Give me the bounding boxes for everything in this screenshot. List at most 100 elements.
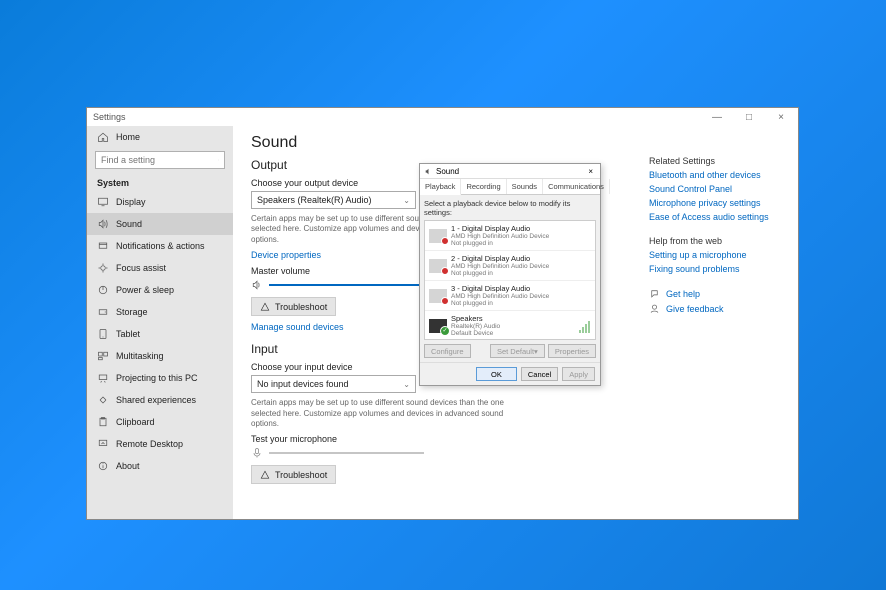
shared-icon [97,394,109,406]
sidebar-item-remote[interactable]: Remote Desktop [87,433,233,455]
device-icon [429,229,447,243]
dialog-title: Sound [436,167,585,176]
dialog-tabs: Playback Recording Sounds Communications [420,179,600,195]
clipboard-icon [97,416,109,428]
input-app-note: Certain apps may be set up to use differ… [251,398,511,429]
sound-dialog: Sound × Playback Recording Sounds Commun… [419,163,601,386]
sidebar-item-label: Display [116,197,146,207]
sidebar-item-multitasking[interactable]: Multitasking [87,345,233,367]
sidebar-item-label: Sound [116,219,142,229]
set-default-button[interactable]: Set Default ▾ [490,344,545,358]
troubleshoot-output-button[interactable]: Troubleshoot [251,297,336,316]
minimize-button[interactable]: — [706,112,728,123]
device-status: Not plugged in [451,300,591,307]
feedback-link[interactable]: Give feedback [666,304,724,314]
sidebar-home[interactable]: Home [87,126,233,148]
sidebar-item-clipboard[interactable]: Clipboard [87,411,233,433]
tab-recording[interactable]: Recording [461,179,506,194]
sidebar-item-display[interactable]: Display [87,191,233,213]
link-ease-of-access[interactable]: Ease of Access audio settings [649,212,784,222]
feedback-row[interactable]: Give feedback [649,303,784,314]
input-device-select[interactable]: No input devices found ⌄ [251,375,416,393]
device-icon [429,289,447,303]
device-name: 2 - Digital Display Audio [451,254,591,263]
chevron-down-icon: ⌄ [403,196,410,205]
web-help-section: Help from the web Setting up a microphon… [649,236,784,274]
troubleshoot-input-button[interactable]: Troubleshoot [251,465,336,484]
search-box[interactable] [95,151,225,169]
troubleshoot-label: Troubleshoot [275,470,327,480]
help-icon [649,288,660,299]
volume-icon [251,279,263,291]
link-sound-control-panel[interactable]: Sound Control Panel [649,184,784,194]
right-column: Related Settings Bluetooth and other dev… [649,156,784,318]
search-icon [218,155,219,165]
sidebar-item-sound[interactable]: Sound [87,213,233,235]
remote-icon [97,438,109,450]
get-help-row[interactable]: Get help [649,288,784,299]
tab-communications[interactable]: Communications [543,179,610,194]
home-icon [97,131,109,143]
device-sub: AMD High Definition Audio Device [451,233,591,240]
sidebar-item-projecting[interactable]: Projecting to this PC [87,367,233,389]
cancel-button[interactable]: Cancel [521,367,558,381]
sidebar-item-shared[interactable]: Shared experiences [87,389,233,411]
device-row[interactable]: 3 - Digital Display Audio AMD High Defin… [425,281,595,311]
device-sub: AMD High Definition Audio Device [451,263,591,270]
device-text: Speakers Realtek(R) Audio Default Device [451,314,575,337]
link-fix-sound[interactable]: Fixing sound problems [649,264,784,274]
search-input[interactable] [101,155,218,165]
dialog-action-row: Configure Set Default ▾ Properties [424,344,596,358]
link-bluetooth[interactable]: Bluetooth and other devices [649,170,784,180]
device-list[interactable]: 1 - Digital Display Audio AMD High Defin… [424,220,596,340]
warning-icon [260,302,270,312]
ok-button[interactable]: OK [476,367,517,381]
feedback-icon [649,303,660,314]
device-row[interactable]: 1 - Digital Display Audio AMD High Defin… [425,221,595,251]
device-row[interactable]: Speakers Realtek(R) Audio Default Device [425,311,595,340]
sidebar-item-label: Clipboard [116,417,155,427]
sidebar-home-label: Home [116,132,140,142]
sidebar-item-label: Notifications & actions [116,241,205,251]
chevron-down-icon: ⌄ [403,380,410,389]
sidebar-item-focus-assist[interactable]: Focus assist [87,257,233,279]
mic-level-meter [269,452,424,454]
sidebar-item-storage[interactable]: Storage [87,301,233,323]
close-button[interactable]: × [770,112,792,123]
link-setup-mic[interactable]: Setting up a microphone [649,250,784,260]
sound-icon [97,218,109,230]
device-icon [429,319,447,333]
device-row[interactable]: 2 - Digital Display Audio AMD High Defin… [425,251,595,281]
tab-sounds[interactable]: Sounds [507,179,543,194]
page-title: Sound [251,134,784,152]
maximize-button[interactable]: □ [738,112,760,123]
tab-playback[interactable]: Playback [420,179,461,195]
web-help-heading: Help from the web [649,236,784,246]
sidebar-item-label: Focus assist [116,263,166,273]
sidebar-item-notifications[interactable]: Notifications & actions [87,235,233,257]
storage-icon [97,306,109,318]
configure-button[interactable]: Configure [424,344,471,358]
output-device-select[interactable]: Speakers (Realtek(R) Audio) ⌄ [251,191,416,209]
get-help-link[interactable]: Get help [666,289,700,299]
device-text: 1 - Digital Display Audio AMD High Defin… [451,224,591,247]
sidebar-item-label: Remote Desktop [116,439,183,449]
dialog-close-button[interactable]: × [585,167,596,176]
microphone-icon [251,447,263,459]
title-bar: Settings — □ × [87,108,798,126]
sidebar-item-power[interactable]: Power & sleep [87,279,233,301]
apply-button[interactable]: Apply [562,367,595,381]
related-settings-section: Related Settings Bluetooth and other dev… [649,156,784,222]
device-status: Not plugged in [451,240,591,247]
volume-slider[interactable] [269,284,424,286]
display-icon [97,196,109,208]
link-microphone-privacy[interactable]: Microphone privacy settings [649,198,784,208]
sidebar-item-about[interactable]: About [87,455,233,477]
about-icon [97,460,109,472]
properties-button[interactable]: Properties [548,344,596,358]
test-mic-label: Test your microphone [251,434,784,444]
device-icon [429,259,447,273]
related-heading: Related Settings [649,156,784,166]
sidebar-item-label: Projecting to this PC [116,373,198,383]
sidebar-item-tablet[interactable]: Tablet [87,323,233,345]
